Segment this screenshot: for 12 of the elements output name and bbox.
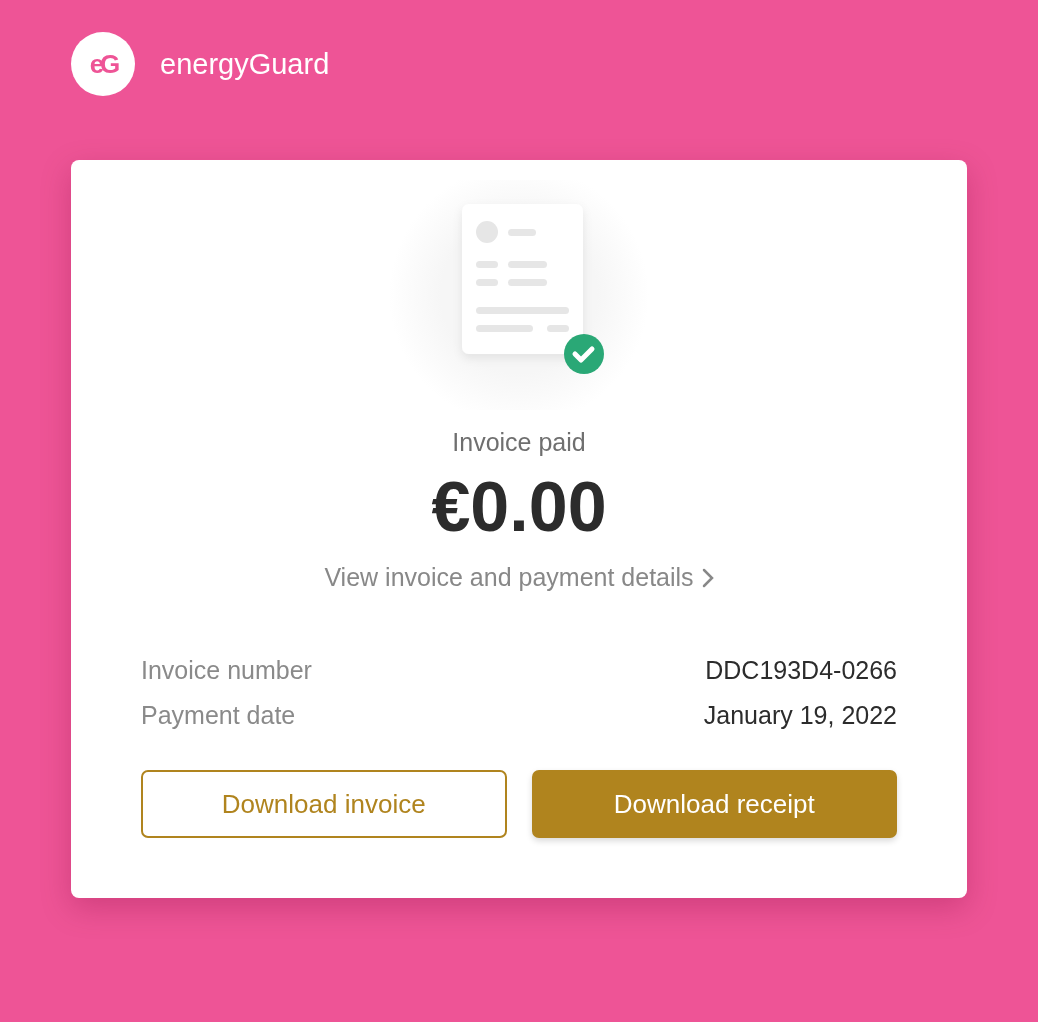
download-receipt-button[interactable]: Download receipt [531,770,897,838]
invoice-amount: €0.00 [431,467,607,547]
chevron-icon [701,567,714,588]
invoice-status: Invoice paid [452,428,586,457]
field-label: Payment date [141,701,296,730]
field-value: January 19, 2022 [703,701,897,730]
field-label: Invoice number [141,656,312,685]
brand-name: energyGuard [160,47,330,81]
details-link[interactable]: View invoice and payment details [324,563,714,592]
download-invoice-button[interactable]: Download invoice [141,770,507,838]
field-value: DDC193D4-0266 [705,656,897,685]
brand-logo: eG [71,32,135,96]
